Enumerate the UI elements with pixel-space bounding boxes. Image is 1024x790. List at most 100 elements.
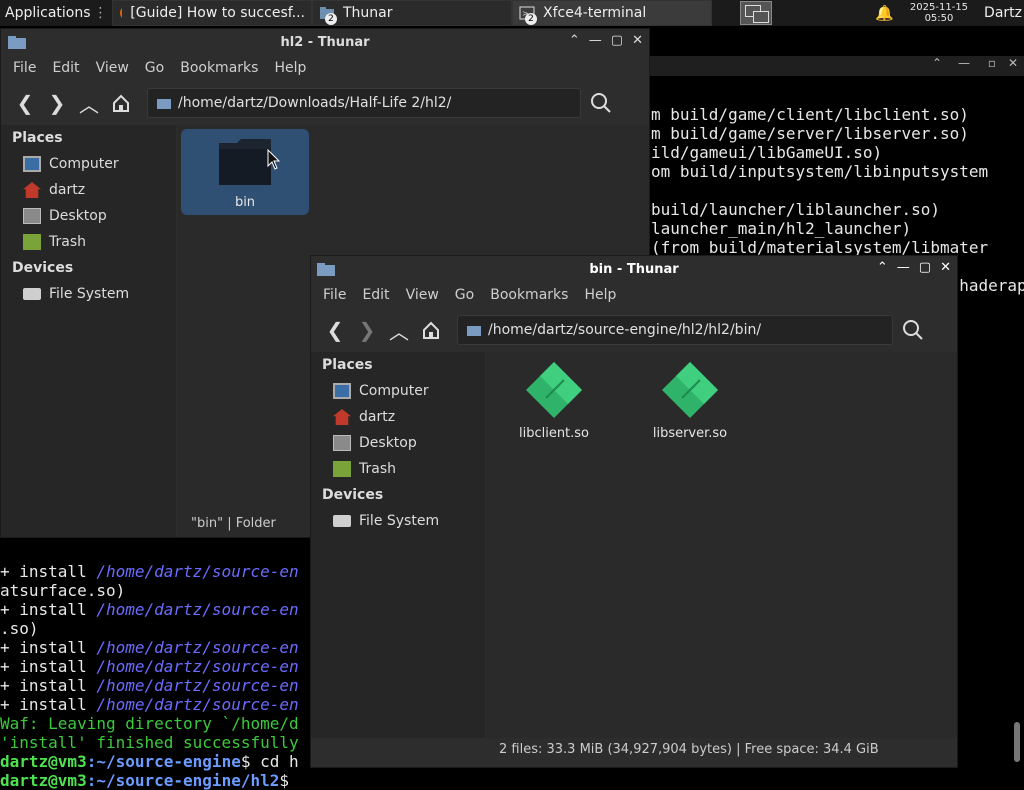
terminal-titlebar: ⌃ — ▫ ✕ [650, 56, 1024, 76]
sidebar-item-filesystem[interactable]: File System [311, 508, 485, 534]
terminal-minimize-left-icon[interactable]: ⌃ [932, 56, 942, 70]
maximize-button[interactable]: ▢ [919, 260, 931, 275]
mouse-cursor-icon [267, 149, 281, 170]
sidebar-item-label: dartz [359, 409, 396, 425]
task-terminal[interactable]: >_ 2 Xfce4-terminal [512, 0, 712, 26]
menu-edit[interactable]: Edit [44, 60, 87, 76]
terminal-text: $ cd h [240, 752, 299, 771]
folder-item-bin[interactable]: bin [181, 129, 309, 215]
sidebar-item-label: dartz [49, 182, 86, 198]
home-folder-icon [333, 409, 351, 425]
workspace-switcher[interactable] [740, 1, 772, 25]
file-item-libserver[interactable]: libserver.so [648, 358, 732, 448]
sidebar-item-dartz[interactable]: dartz [1, 177, 176, 203]
terminal-close-button[interactable]: ✕ [1008, 56, 1018, 70]
minimize-button[interactable]: — [589, 33, 602, 48]
terminal-line: 'install' finished successfully [0, 733, 299, 752]
close-button[interactable]: ✕ [940, 260, 951, 275]
terminal-minimize-button[interactable]: — [958, 56, 970, 70]
user-menu[interactable]: Dartz [978, 0, 1024, 26]
sidebar-item-trash[interactable]: Trash [1, 229, 176, 255]
terminal-text: .so) [0, 619, 39, 638]
task-firefox[interactable]: [Guide] How to succesf... [112, 0, 312, 26]
sidebar-item-desktop[interactable]: Desktop [311, 430, 485, 456]
home-folder-icon [23, 182, 41, 198]
window-title: bin - Thunar [589, 261, 679, 277]
terminal-maximize-button[interactable]: ▫ [988, 56, 996, 70]
maximize-button[interactable]: ▢ [611, 33, 623, 48]
menu-file[interactable]: File [5, 60, 44, 76]
sidebar-item-dartz[interactable]: dartz [311, 404, 485, 430]
menu-go[interactable]: Go [137, 60, 172, 76]
computer-icon [333, 383, 351, 399]
up-button[interactable]: ︿ [383, 314, 415, 346]
menubar: File Edit View Go Bookmarks Help [1, 55, 649, 81]
notification-bell-icon[interactable]: 🔔 [869, 0, 900, 26]
task-count-badge: 2 [325, 13, 337, 25]
clock-date: 2025-11-15 [909, 2, 969, 13]
terminal-line: atsurface.so) [0, 581, 125, 600]
terminal-line: launcher_main/hl2_launcher) [651, 219, 912, 238]
home-button[interactable] [415, 314, 447, 346]
forward-button[interactable]: ❯ [41, 87, 73, 119]
terminal-scrollbar[interactable] [1014, 722, 1020, 762]
drive-icon [23, 288, 41, 300]
places-heading: Places [322, 357, 373, 373]
clock[interactable]: 2025-11-15 05:50 [910, 2, 968, 24]
location-bar[interactable]: /home/dartz/Downloads/Half-Life 2/hl2/ [147, 88, 581, 118]
terminal-path: /home/dartz/source-en [96, 600, 299, 619]
back-button[interactable]: ❮ [9, 87, 41, 119]
terminal-path: /home/dartz/source-en [96, 638, 299, 657]
file-view[interactable]: libclient.so libserver.so [486, 352, 957, 738]
task-thunar[interactable]: 2 Thunar [312, 0, 512, 26]
thunar-window-bin[interactable]: bin - Thunar ⌃ — ▢ ✕ File Edit View Go B… [310, 255, 958, 768]
location-path: /home/dartz/Downloads/Half-Life 2/hl2/ [178, 95, 452, 111]
sidebar-item-trash[interactable]: Trash [311, 456, 485, 482]
menu-file[interactable]: File [315, 287, 354, 303]
sidebar: Places Computer dartz Desktop Trash Devi… [1, 125, 176, 537]
sidebar-item-desktop[interactable]: Desktop [1, 203, 176, 229]
home-icon [113, 94, 129, 112]
sidebar-item-filesystem[interactable]: File System [1, 281, 176, 307]
folder-label: bin [234, 195, 256, 210]
menu-help[interactable]: Help [266, 60, 314, 76]
close-button[interactable]: ✕ [632, 33, 643, 48]
menubar: File Edit View Go Bookmarks Help [311, 282, 957, 308]
back-button[interactable]: ❮ [319, 314, 351, 346]
applications-label: Applications [5, 5, 91, 21]
applications-menu[interactable]: Applications ⋮ [0, 0, 112, 26]
menu-bookmarks[interactable]: Bookmarks [482, 287, 576, 303]
shade-button[interactable]: ⌃ [569, 33, 580, 48]
places-heading: Places [12, 130, 63, 146]
terminal-line: om build/inputsystem/libinputsystem [651, 162, 989, 181]
toolbar: ❮ ❯ ︿ /home/dartz/source-engine/hl2/hl2/… [311, 308, 957, 352]
terminal-text: :~/source-engine [86, 752, 241, 771]
file-item-libclient[interactable]: libclient.so [512, 358, 596, 448]
menu-edit[interactable]: Edit [354, 287, 397, 303]
up-button[interactable]: ︿ [73, 87, 105, 119]
search-button[interactable] [585, 87, 617, 119]
sidebar-item-computer[interactable]: Computer [1, 151, 176, 177]
terminal-text: + install [0, 657, 97, 676]
terminal-text: Waf: Leaving directory `/home/d [0, 714, 299, 733]
location-bar[interactable]: /home/dartz/source-engine/hl2/hl2/bin/ [457, 315, 893, 345]
forward-button[interactable]: ❯ [351, 314, 383, 346]
menu-help[interactable]: Help [576, 287, 624, 303]
search-button[interactable] [897, 314, 929, 346]
menu-go[interactable]: Go [447, 287, 482, 303]
shade-button[interactable]: ⌃ [877, 260, 888, 275]
window-titlebar[interactable]: hl2 - Thunar ⌃ — ▢ ✕ [1, 29, 649, 55]
home-button[interactable] [105, 87, 137, 119]
sidebar-item-computer[interactable]: Computer [311, 378, 485, 404]
terminal-line: .so) [0, 619, 39, 638]
minimize-button[interactable]: — [897, 260, 910, 275]
sidebar-item-label: Desktop [49, 208, 107, 224]
terminal-text: + install [0, 562, 97, 581]
firefox-icon [120, 7, 123, 19]
menu-view[interactable]: View [88, 60, 137, 76]
menu-view[interactable]: View [398, 287, 447, 303]
window-titlebar[interactable]: bin - Thunar ⌃ — ▢ ✕ [311, 256, 957, 282]
trash-icon [23, 234, 41, 250]
menu-bookmarks[interactable]: Bookmarks [172, 60, 266, 76]
terminal-path: /home/dartz/source-en [96, 676, 299, 695]
